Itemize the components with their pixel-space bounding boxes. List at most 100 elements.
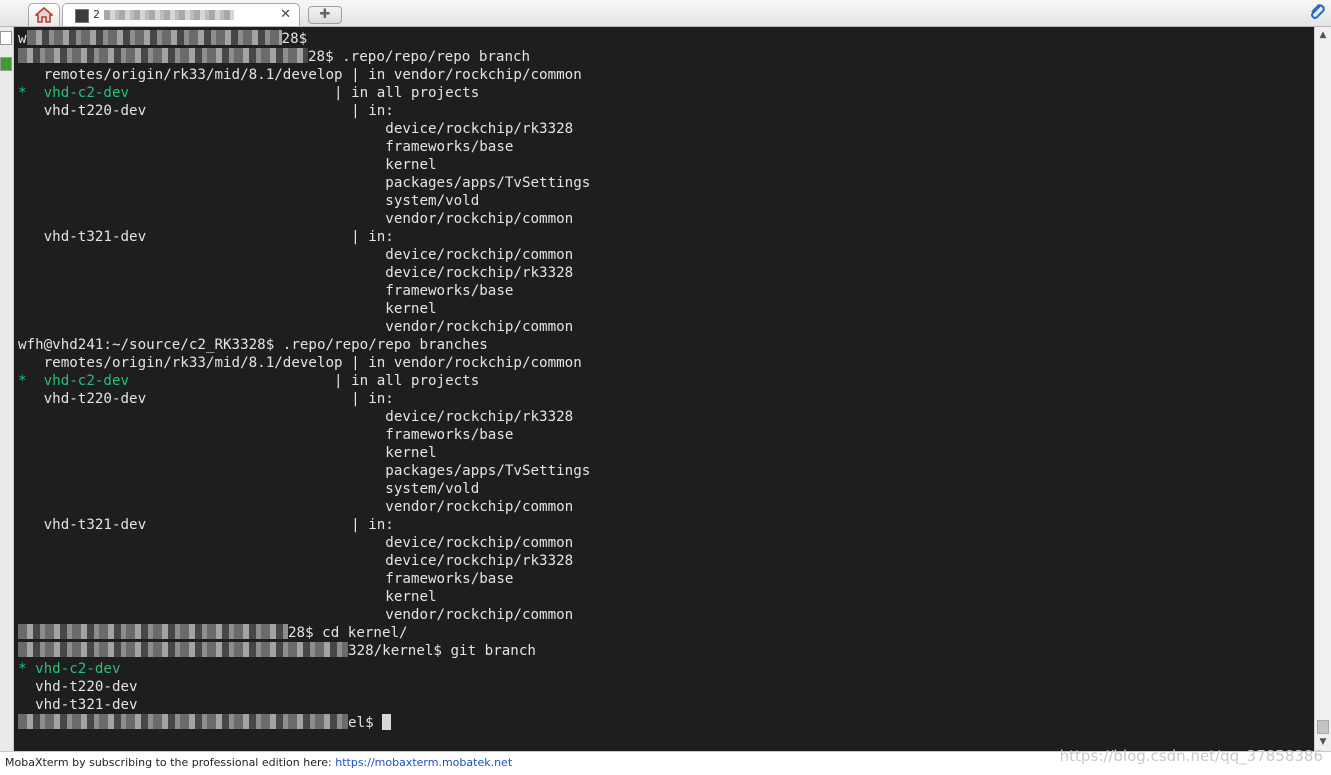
redacted-prompt [26,30,282,45]
line-text: 28$ [281,31,308,47]
redacted-prompt [18,48,308,63]
line-text: vhd-t220-dev [18,679,138,695]
scrollbar-thumb[interactable] [1317,720,1329,734]
home-tab[interactable] [28,3,60,26]
line-text: packages/apps/TvSettings [18,175,591,191]
line-text: vendor/rockchip/common [18,499,574,515]
terminal-line: vhd-t220-dev | in: [18,390,590,408]
session-status-icon [0,57,12,71]
home-icon [35,7,53,23]
line-text: remotes/origin/rk33/mid/8.1/develop | in… [18,355,582,371]
terminal-line: vhd-t220-dev [18,678,590,696]
terminal-line: vhd-t321-dev | in: [18,228,590,246]
terminal-line: frameworks/base [18,570,590,588]
terminal-line: remotes/origin/rk33/mid/8.1/develop | in… [18,354,590,372]
terminal-line: device/rockchip/rk3328 [18,264,590,282]
terminal-line: vendor/rockchip/common [18,210,590,228]
terminal-output: w 28$ 28$ .repo/repo/repo branch remotes/o… [18,30,590,732]
line-prefix: w [18,31,27,47]
line-text: remotes/origin/rk33/mid/8.1/develop | in… [18,67,582,83]
terminal-line: * vhd-c2-dev [18,660,590,678]
line-text: el$ [348,715,383,731]
line-text: vendor/rockchip/common [18,319,574,335]
terminal-line: remotes/origin/rk33/mid/8.1/develop | in… [18,66,590,84]
terminal-line: packages/apps/TvSettings [18,462,590,480]
terminal-line: * vhd-c2-dev | in all projects [18,84,590,102]
line-text: | in all projects [129,85,480,101]
redacted-prompt [18,624,288,639]
terminal-line: system/vold [18,192,590,210]
line-text: kernel [18,445,437,461]
current-branch: * vhd-c2-dev [18,85,130,101]
line-text: device/rockchip/common [18,247,574,263]
tab-bar: 2 ✕ ✚ [0,0,1331,27]
close-tab-icon[interactable]: ✕ [280,7,291,22]
mobaxterm-link[interactable]: https://mobaxterm.mobatek.net [335,756,512,769]
watermark: https://blog.csdn.net/qq_37858386 [1059,747,1323,765]
line-text: vhd-t321-dev [18,697,138,713]
terminal-line: device/rockchip/rk3328 [18,552,590,570]
terminal-line: device/rockchip/common [18,246,590,264]
line-text: vhd-t220-dev | in: [18,391,394,407]
terminal-line: * vhd-c2-dev | in all projects [18,372,590,390]
terminal-line: vendor/rockchip/common [18,606,590,624]
terminal-scrollbar[interactable]: ▲ ▼ [1314,27,1331,751]
line-text: device/rockchip/common [18,535,574,551]
terminal-line: vendor/rockchip/common [18,498,590,516]
plus-icon: ✚ [319,7,331,22]
line-text: device/rockchip/rk3328 [18,409,574,425]
current-branch: * vhd-c2-dev [18,373,130,389]
line-text: frameworks/base [18,283,514,299]
line-text: vendor/rockchip/common [18,607,574,623]
new-tab-button[interactable]: ✚ [308,6,342,24]
session-tab-title: 2 [93,8,293,21]
line-text: vhd-t321-dev | in: [18,517,394,533]
sidebar-toggle-button[interactable] [0,31,12,45]
terminal-line: el$ [18,714,590,732]
session-tab[interactable]: 2 ✕ [62,3,300,26]
line-text: 28$ cd kernel/ [288,625,408,641]
terminal-line: kernel [18,588,590,606]
line-text: | in all projects [129,373,480,389]
terminal-line: device/rockchip/rk3328 [18,408,590,426]
line-text: frameworks/base [18,427,514,443]
line-text: device/rockchip/rk3328 [18,265,574,281]
line-text: 28$ .repo/repo/repo branch [308,49,531,65]
status-message: MobaXterm by subscribing to the professi… [5,756,513,769]
terminal-line: vhd-t220-dev | in: [18,102,590,120]
terminal-line: device/rockchip/common [18,534,590,552]
line-text: device/rockchip/rk3328 [18,553,574,569]
line-text: vendor/rockchip/common [18,211,574,227]
terminal-line: system/vold [18,480,590,498]
line-text: vhd-t321-dev | in: [18,229,394,245]
terminal-line: frameworks/base [18,138,590,156]
terminal-line: packages/apps/TvSettings [18,174,590,192]
terminal-line: vendor/rockchip/common [18,318,590,336]
line-text: packages/apps/TvSettings [18,463,591,479]
terminal-view[interactable]: w 28$ 28$ .repo/repo/repo branch remotes/o… [14,27,1314,751]
line-text: system/vold [18,481,480,497]
terminal-line: 28$ cd kernel/ [18,624,590,642]
terminal-line: 28$ .repo/repo/repo branch [18,48,590,66]
line-text: 328/kernel$ git branch [348,643,536,659]
terminal-line: vhd-t321-dev [18,696,590,714]
redacted-prompt [18,642,348,657]
line-text: frameworks/base [18,571,514,587]
line-text: wfh@vhd241:~/source/c2_RK3328$ .repo/rep… [18,337,488,353]
terminal-line: w 28$ [18,30,590,48]
line-text: frameworks/base [18,139,514,155]
line-text: vhd-t220-dev | in: [18,103,394,119]
redacted-prompt [18,714,348,729]
sidebar-strip [0,27,14,751]
terminal-cursor [382,714,392,730]
line-text: kernel [18,589,437,605]
current-branch: * vhd-c2-dev [18,661,121,677]
paperclip-icon[interactable] [1307,2,1327,22]
line-text: kernel [18,301,437,317]
scroll-up-icon[interactable]: ▲ [1315,27,1331,43]
terminal-line: kernel [18,444,590,462]
line-text: kernel [18,157,437,173]
terminal-line: kernel [18,300,590,318]
terminal-line: frameworks/base [18,282,590,300]
line-text: device/rockchip/rk3328 [18,121,574,137]
